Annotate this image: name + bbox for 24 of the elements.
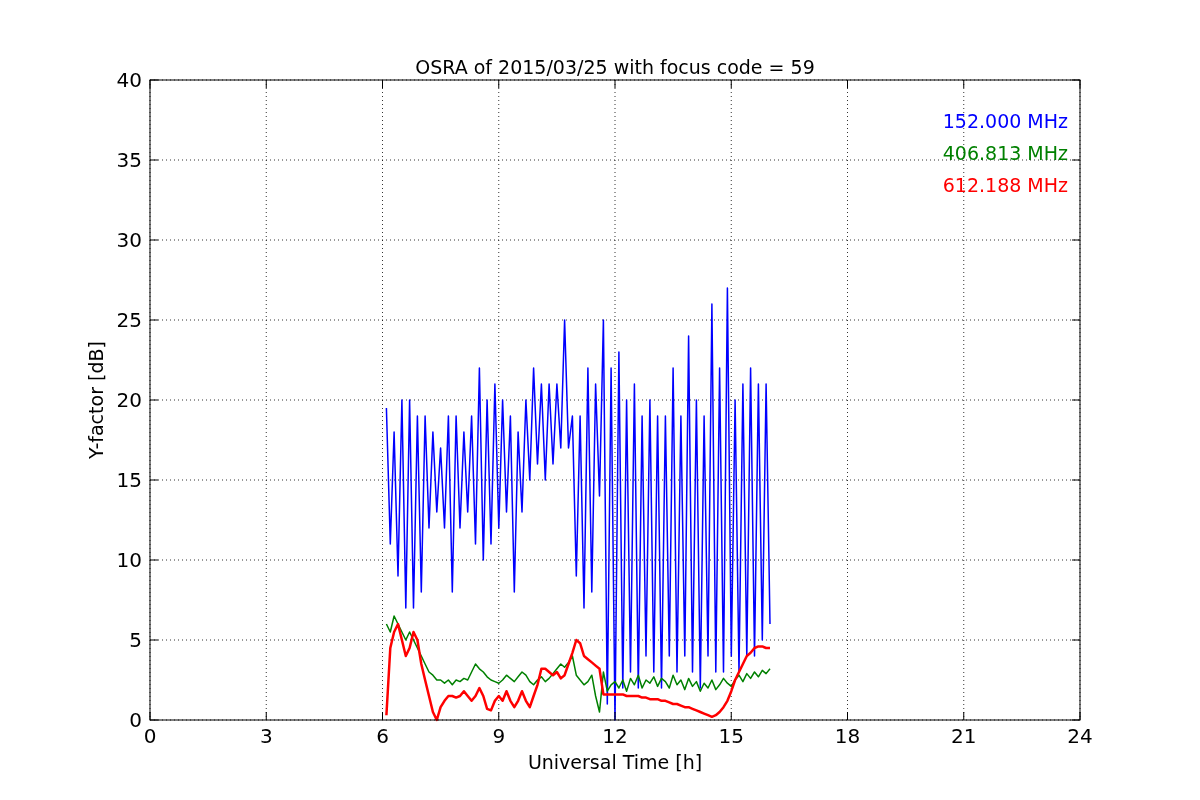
x-tick-label: 12	[602, 724, 628, 748]
x-tick-label: 24	[1067, 724, 1093, 748]
x-axis-label: Universal Time [h]	[527, 751, 703, 773]
chart-title: OSRA of 2015/03/25 with focus code = 59	[415, 56, 815, 78]
y-axis-label: Y-factor [dB]	[85, 341, 107, 459]
x-tick-label: 9	[492, 724, 506, 748]
x-tick-label: 21	[951, 724, 977, 748]
x-tick-label: 3	[259, 724, 273, 748]
y-tick-label: 5	[129, 628, 142, 652]
y-tick-label: 0	[129, 708, 142, 732]
y-tick-label: 15	[116, 468, 142, 492]
y-tick-label: 25	[116, 308, 142, 332]
x-tick-label: 15	[718, 724, 744, 748]
x-tick-label: 6	[376, 724, 389, 748]
y-tick-label: 40	[116, 68, 142, 92]
y-tick-label: 10	[116, 548, 142, 572]
y-tick-label: 20	[116, 388, 142, 412]
x-tick-label: 0	[143, 724, 157, 748]
x-tick-label: 18	[834, 724, 861, 748]
y-tick-label: 30	[116, 228, 142, 252]
legend-label: 152.000 MHz	[942, 110, 1068, 132]
legend-label: 612.188 MHz	[942, 174, 1068, 196]
y-tick-label: 35	[116, 148, 142, 172]
legend-label: 406.813 MHz	[942, 142, 1068, 164]
